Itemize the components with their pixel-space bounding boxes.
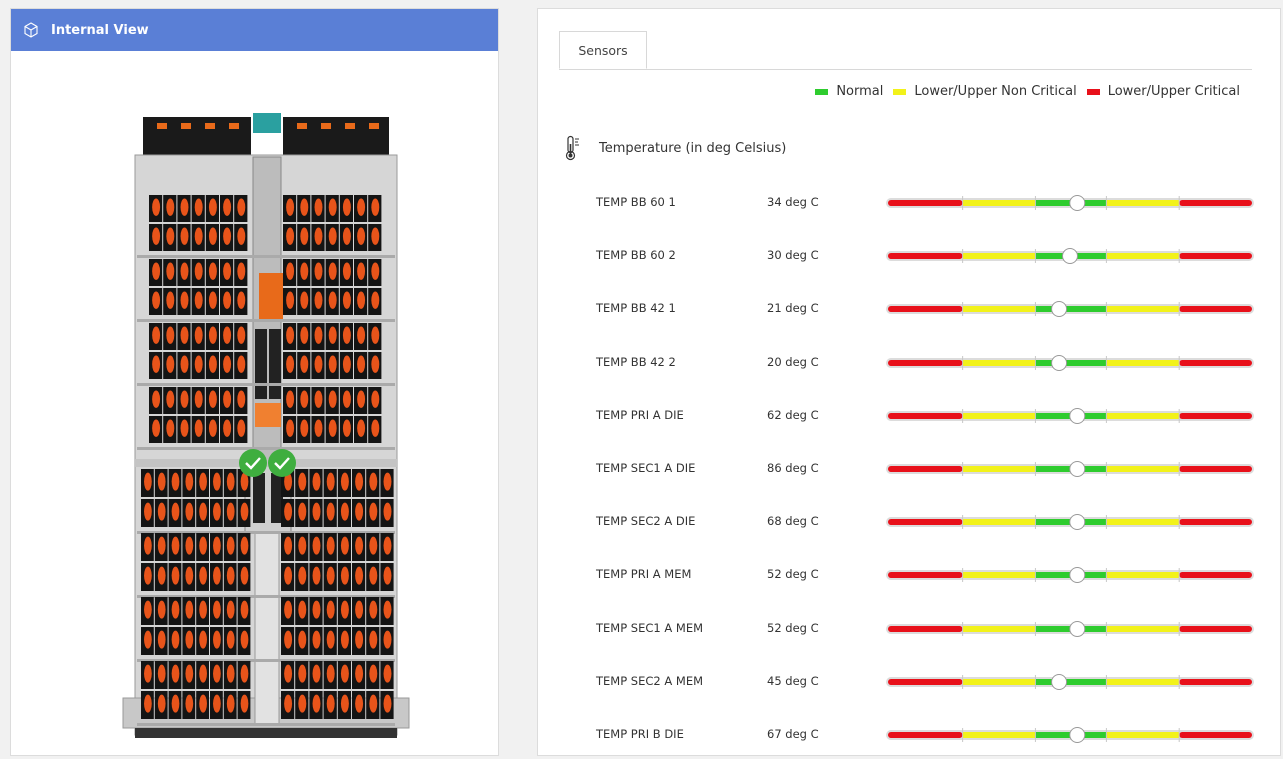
- sensor-value: 30 deg C: [767, 248, 819, 263]
- temperature-gauge: [886, 248, 1254, 265]
- sensor-row: TEMP SEC1 A DIE 86 deg C: [538, 457, 1280, 481]
- sensor-value: 67 deg C: [767, 727, 819, 741]
- check-circle-icon[interactable]: [267, 448, 297, 478]
- sensor-value: 20 deg C: [767, 354, 819, 369]
- sensor-row: TEMP BB 42 2 20 deg C: [538, 351, 1280, 375]
- temperature-section-title: Temperature (in deg Celsius): [565, 135, 786, 161]
- temperature-gauge: [886, 727, 1254, 743]
- gauge-indicator: [1069, 195, 1086, 211]
- legend-swatch-normal: [815, 88, 829, 95]
- legend-label: Lower/Upper Non Critical: [914, 84, 1077, 99]
- gauge-indicator: [1069, 727, 1086, 743]
- sensor-row: TEMP PRI A DIE 62 deg C: [538, 404, 1280, 428]
- cube-icon: [24, 22, 38, 38]
- gauge-indicator: [1069, 461, 1086, 477]
- gauge-indicator: [1062, 248, 1078, 265]
- temperature-gauge: [886, 354, 1254, 371]
- gauge-indicator: [1069, 514, 1086, 531]
- temperature-gauge: [886, 620, 1254, 637]
- sensor-value: 34 deg C: [767, 195, 819, 209]
- temperature-gauge: [886, 195, 1254, 211]
- sensor-value: 86 deg C: [767, 461, 819, 475]
- tab-sensors[interactable]: Sensors: [559, 31, 647, 69]
- sensor-name: TEMP PRI A DIE: [596, 407, 684, 422]
- gauge-indicator: [1051, 354, 1068, 371]
- sensor-legend: Normal Lower/Upper Non Critical Lower/Up…: [805, 84, 1240, 99]
- legend-label: Lower/Upper Critical: [1107, 84, 1240, 99]
- temperature-gauge: [886, 673, 1254, 690]
- internal-view-panel: Internal View: [10, 8, 499, 756]
- gauge-indicator: [1069, 567, 1086, 584]
- sensor-row: TEMP PRI B DIE 67 deg C: [538, 723, 1280, 747]
- gauge-indicator: [1051, 301, 1068, 318]
- sensor-name: TEMP SEC1 A DIE: [596, 461, 696, 475]
- sensor-name: TEMP SEC2 A MEM: [596, 673, 704, 688]
- sensor-name: TEMP BB 42 1: [596, 301, 676, 316]
- sensor-row: TEMP BB 42 1 21 deg C: [538, 297, 1280, 321]
- check-circle-icon[interactable]: [238, 448, 268, 478]
- sensor-value: 21 deg C: [767, 301, 819, 316]
- sensor-value: 52 deg C: [767, 567, 819, 582]
- legend-swatch-non-critical: [893, 88, 907, 95]
- server-enclosure-illustration: [122, 113, 410, 738]
- sensor-value: 62 deg C: [767, 407, 819, 422]
- sensor-row: TEMP BB 60 1 34 deg C: [538, 191, 1280, 215]
- sensor-row: TEMP SEC2 A DIE 68 deg C: [538, 510, 1280, 534]
- sensor-row: TEMP SEC2 A MEM 45 deg C: [538, 670, 1280, 694]
- sensor-value: 52 deg C: [767, 620, 819, 635]
- legend-label: Normal: [836, 84, 884, 99]
- tab-bar: Sensors: [559, 31, 1252, 70]
- sensor-name: TEMP SEC1 A MEM: [596, 620, 704, 635]
- sensor-row: TEMP BB 60 2 30 deg C: [538, 244, 1280, 268]
- sensor-name: TEMP PRI B DIE: [596, 727, 684, 741]
- legend-swatch-critical: [1086, 88, 1100, 95]
- server-enclosure-image: [121, 113, 411, 743]
- legend-item-critical: Lower/Upper Critical: [1086, 84, 1240, 99]
- sensor-row: TEMP PRI A MEM 52 deg C: [538, 563, 1280, 587]
- sensor-value: 45 deg C: [767, 673, 819, 688]
- sensor-row: TEMP SEC1 A MEM 52 deg C: [538, 617, 1280, 641]
- internal-view-title: Internal View: [51, 22, 149, 38]
- sensor-name: TEMP BB 60 1: [596, 195, 676, 209]
- temperature-gauge: [886, 407, 1254, 424]
- temperature-gauge: [886, 301, 1254, 318]
- sensor-name: TEMP PRI A MEM: [596, 567, 692, 582]
- temperature-gauge: [886, 567, 1254, 584]
- gauge-indicator: [1069, 407, 1086, 424]
- temperature-section-label: Temperature (in deg Celsius): [599, 140, 787, 156]
- sensor-name: TEMP BB 60 2: [596, 248, 676, 263]
- internal-view-header: Internal View: [11, 9, 498, 51]
- temperature-gauge: [886, 514, 1254, 531]
- temperature-gauge: [886, 461, 1254, 477]
- legend-item-non-critical: Lower/Upper Non Critical: [893, 84, 1077, 99]
- sensors-panel: Sensors Normal Lower/Upper Non Critical …: [537, 8, 1281, 756]
- gauge-indicator: [1051, 673, 1068, 690]
- sensor-name: TEMP SEC2 A DIE: [596, 514, 696, 529]
- thermometer-icon: [565, 135, 579, 161]
- legend-item-normal: Normal: [815, 84, 883, 99]
- sensor-name: TEMP BB 42 2: [596, 354, 676, 369]
- gauge-indicator: [1069, 620, 1086, 637]
- sensor-value: 68 deg C: [767, 514, 819, 529]
